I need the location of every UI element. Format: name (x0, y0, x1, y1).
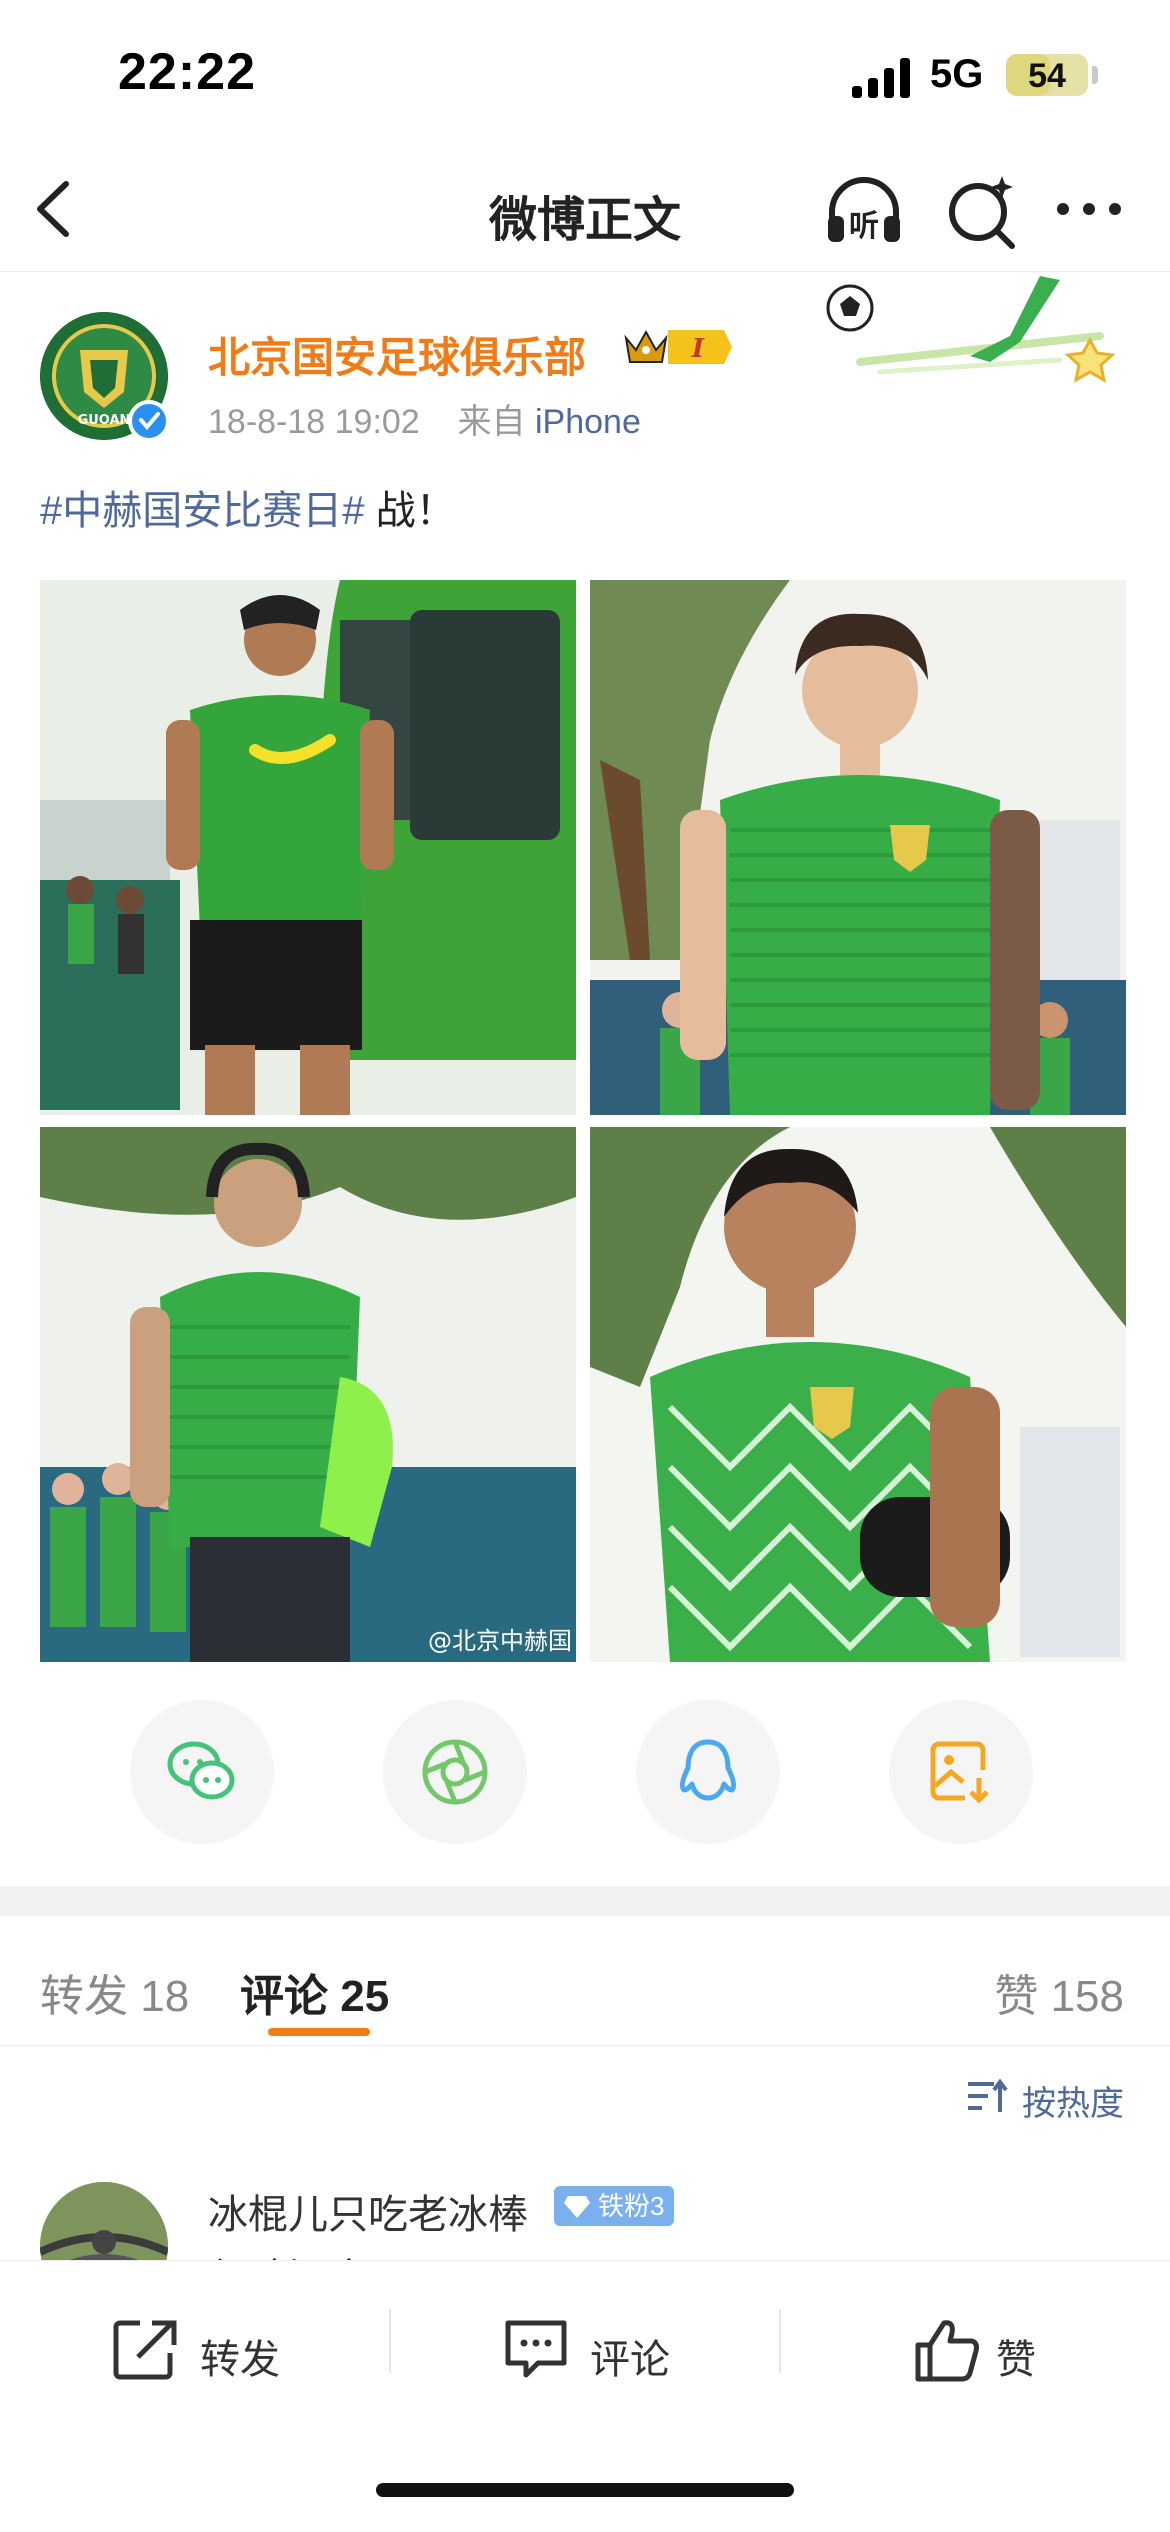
photo-watermark: @北京中赫国 (428, 1627, 572, 1655)
tab-comments-label: 评论 (240, 1972, 328, 2021)
share-qq-button[interactable] (636, 1700, 780, 1844)
thumbs-up-icon (915, 2320, 979, 2382)
post-meta: 18-8-18 19:02 来自 iPhone (208, 394, 641, 443)
active-tab-indicator (268, 2028, 370, 2036)
ai-search-icon[interactable] (944, 172, 1020, 252)
home-indicator (376, 2483, 794, 2497)
post-body: 战！ (364, 489, 456, 533)
tab-reposts-count: 18 (140, 1972, 190, 2021)
signal-icon (852, 58, 910, 98)
post-username[interactable]: 北京国安足球俱乐部 (208, 324, 586, 385)
status-bar: 22:22 5G 54 (0, 0, 1170, 150)
svg-text:GUOAN: GUOAN (78, 413, 131, 428)
photo-grid: @北京中赫国 (40, 580, 1126, 1662)
nav-bar: 微博正文 听 (0, 150, 1170, 272)
post-source-prefix: 来自 (457, 403, 526, 441)
like-button[interactable]: 赞 (914, 2313, 1054, 2393)
engagement-tabs: 转发 18 评论 25 赞 158 (0, 1916, 1170, 2046)
battery-percent: 54 (1028, 57, 1066, 95)
save-image-button[interactable] (889, 1700, 1033, 1844)
comment-item[interactable]: 冰棍儿只吃老冰棒 铁粉3 保险温度震！ (0, 2146, 1170, 2266)
verified-icon (128, 400, 170, 442)
bottom-action-bar: 转发 评论 赞 (0, 2260, 1170, 2532)
tab-reposts[interactable]: 转发 18 (40, 1960, 189, 2024)
fan-level-label: 铁粉3 (598, 2191, 665, 2221)
headphones-icon: 听 (828, 177, 900, 244)
share-moments-button[interactable] (383, 1700, 527, 1844)
battery-icon: 54 (1006, 54, 1088, 96)
tab-comments-count: 25 (340, 1972, 390, 2021)
tab-likes-count: 158 (1050, 1972, 1124, 2021)
save-image-icon (930, 1741, 989, 1804)
photo-2[interactable] (590, 580, 1126, 1115)
section-divider (0, 1886, 1170, 1916)
action-divider (779, 2309, 781, 2373)
status-time: 22:22 (118, 43, 256, 101)
tab-reposts-label: 转发 (40, 1972, 128, 2021)
battery-tip (1092, 66, 1098, 84)
network-type: 5G (930, 52, 984, 96)
more-icon[interactable] (1054, 194, 1124, 224)
listen-button[interactable]: 听 (822, 170, 906, 254)
fan-level-badge: 铁粉3 (554, 2186, 675, 2226)
repost-button[interactable]: 转发 (112, 2313, 312, 2393)
like-label: 赞 (996, 2338, 1036, 2382)
comment-button[interactable]: 评论 (502, 2313, 702, 2393)
photo-4[interactable] (590, 1127, 1126, 1662)
comment-icon (505, 2320, 567, 2378)
share-row (0, 1700, 1170, 1850)
photo-3[interactable]: @北京中赫国 (40, 1127, 576, 1662)
repost-label: 转发 (200, 2338, 280, 2382)
tab-likes-label: 赞 (994, 1972, 1039, 2021)
sort-label: 按热度 (1022, 2085, 1124, 2123)
sort-icon (968, 2078, 1008, 2112)
qq-icon (679, 1739, 737, 1801)
tab-comments[interactable]: 评论 25 (240, 1960, 389, 2024)
repost-icon (113, 2320, 177, 2380)
wechat-icon (167, 1741, 235, 1800)
sort-row: 按热度 (0, 2046, 1170, 2146)
share-wechat-button[interactable] (130, 1700, 274, 1844)
photo-1[interactable] (40, 580, 576, 1115)
tab-likes[interactable]: 赞 158 (994, 1960, 1124, 2024)
comment-label: 评论 (590, 2338, 670, 2382)
post-header: GUOAN 北京国安足球俱乐部 I 18-8-18 19:02 来自 iPhon… (0, 272, 1170, 452)
action-divider (389, 2309, 391, 2373)
commenter-avatar[interactable] (40, 2182, 168, 2266)
football-decoration (826, 276, 1116, 383)
vip-level: I (691, 334, 705, 364)
diamond-icon (564, 2196, 590, 2218)
commenter-username[interactable]: 冰棍儿只吃老冰棒 (208, 2182, 528, 2240)
post-hashtag[interactable]: #中赫国安比赛日# (40, 489, 365, 533)
post-text: #中赫国安比赛日# 战！ (40, 478, 456, 536)
vip-crown-badge: I (624, 329, 732, 364)
post-date: 18-8-18 19:02 (208, 403, 420, 441)
sort-by-hot-button[interactable]: 按热度 (968, 2076, 1124, 2125)
moments-icon (422, 1739, 488, 1805)
post-source[interactable]: iPhone (535, 403, 641, 441)
listen-label: 听 (849, 209, 879, 244)
